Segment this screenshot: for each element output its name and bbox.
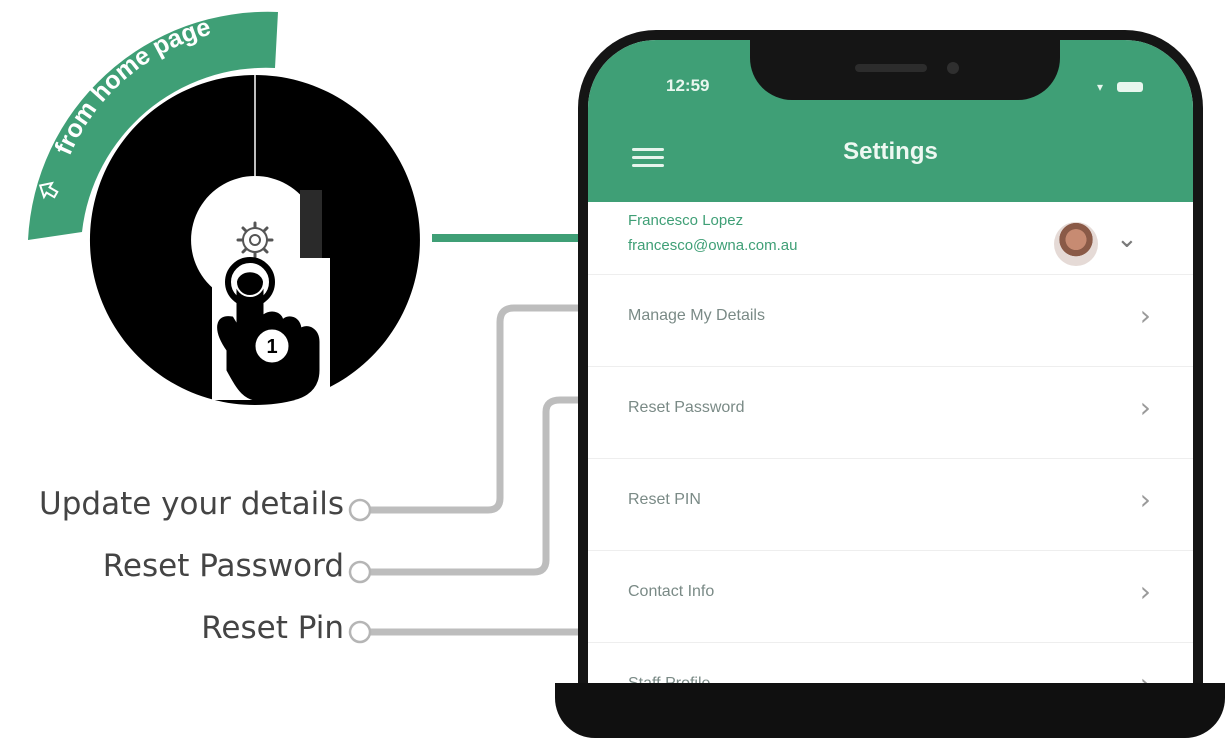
tap-hand-icon: 1 [212, 257, 330, 402]
callout-connectors [370, 304, 612, 636]
menu-item-contact-info[interactable]: Contact Info › [588, 550, 1193, 643]
chevron-right-icon: › [1139, 483, 1151, 516]
profile-email: francesco@owna.com.au [628, 237, 798, 254]
phone-screen: 12:59 ▾ Settings Francesco Lopez frances… [588, 40, 1193, 730]
chevron-right-icon: › [1139, 299, 1151, 332]
wifi-icon: ▾ [1097, 80, 1104, 94]
avatar [1054, 222, 1098, 266]
menu-item-label: Reset Password [628, 399, 745, 416]
menu-item-label: Contact Info [628, 583, 715, 600]
app-bar: 12:59 ▾ Settings [588, 40, 1193, 202]
phone-notch [750, 40, 1060, 100]
menu-item-reset-password[interactable]: Reset Password › [588, 366, 1193, 459]
profile-header[interactable]: Francesco Lopez francesco@owna.com.au ⌄ [588, 202, 1193, 274]
menu-item-label: Manage My Details [628, 307, 765, 324]
connector-reset-password [370, 396, 608, 576]
status-icons: ▾ [1097, 80, 1147, 94]
callout-reset-password: Reset Password [102, 548, 344, 584]
callout-update-details: Update your details [39, 486, 344, 522]
step-number: 1 [266, 336, 277, 358]
speaker [855, 64, 927, 72]
phone-bottom-edge [555, 683, 1225, 738]
connector-update-details [370, 304, 608, 514]
chevron-right-icon: › [1139, 391, 1151, 424]
menu-item-manage-details[interactable]: Manage My Details › [588, 274, 1193, 367]
camera [947, 62, 959, 74]
callout-reset-pin: Reset Pin [201, 610, 344, 646]
menu-item-reset-pin[interactable]: Reset PIN › [588, 458, 1193, 551]
menu-item-label: Reset PIN [628, 491, 701, 508]
profile-name: Francesco Lopez [628, 212, 744, 229]
gear-icon [236, 221, 274, 259]
page-title: Settings [843, 138, 938, 165]
connector-reset-pin [370, 494, 612, 636]
chevron-right-icon: › [1139, 575, 1151, 608]
battery-icon [1117, 82, 1143, 92]
phone-frame: 12:59 ▾ Settings Francesco Lopez frances… [578, 30, 1203, 730]
chevron-down-icon[interactable]: ⌄ [1116, 224, 1138, 254]
status-time: 12:59 [666, 76, 710, 95]
